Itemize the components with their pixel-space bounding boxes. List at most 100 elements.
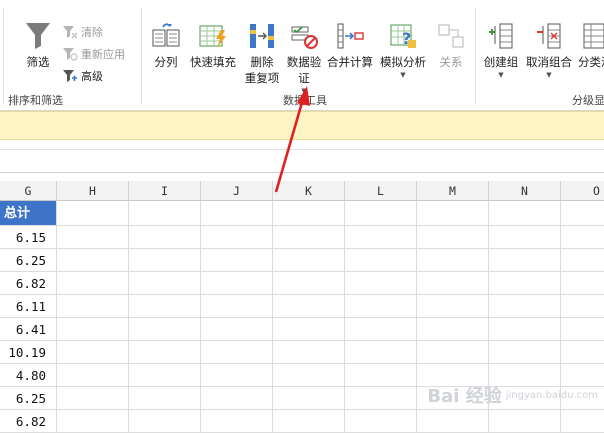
column-header-l[interactable]: L [345,181,417,201]
empty-cell[interactable] [417,272,489,295]
empty-cell[interactable] [201,226,273,249]
total-value-cell[interactable]: 6.15 [0,226,57,249]
empty-cell[interactable] [57,295,129,318]
empty-cell[interactable] [417,410,489,433]
what-if-analysis-button[interactable]: ? 模拟分析 ▼ [377,22,429,80]
consolidate-button[interactable]: 合并计算 [326,22,374,70]
empty-cell[interactable] [57,226,129,249]
empty-cell[interactable] [561,318,604,341]
empty-cell[interactable] [417,318,489,341]
empty-cell[interactable] [345,364,417,387]
empty-cell[interactable] [345,295,417,318]
empty-cell[interactable] [489,201,561,226]
empty-cell[interactable] [489,249,561,272]
empty-cell[interactable] [201,341,273,364]
data-validation-button[interactable]: 数据验 证 ▼ [284,22,324,96]
column-header-g[interactable]: G [0,181,57,201]
total-value-cell[interactable]: 6.82 [0,272,57,295]
empty-cell[interactable] [561,226,604,249]
empty-cell[interactable] [57,410,129,433]
column-header-h[interactable]: H [57,181,129,201]
column-header-k[interactable]: K [273,181,345,201]
empty-cell[interactable] [201,387,273,410]
empty-cell[interactable] [129,341,201,364]
total-value-cell[interactable]: 6.82 [0,410,57,433]
empty-cell[interactable] [129,295,201,318]
column-header-o[interactable]: O [561,181,604,201]
column-header-i[interactable]: I [129,181,201,201]
empty-cell[interactable] [489,226,561,249]
empty-cell[interactable] [201,364,273,387]
total-value-cell[interactable]: 6.25 [0,387,57,410]
empty-cell[interactable] [489,272,561,295]
advanced-button[interactable]: 高级 [62,68,103,84]
empty-cell[interactable] [201,318,273,341]
column-header-n[interactable]: N [489,181,561,201]
empty-cell[interactable] [273,341,345,364]
empty-cell[interactable] [201,295,273,318]
empty-cell[interactable] [561,341,604,364]
empty-cell[interactable] [417,226,489,249]
empty-cell[interactable] [273,249,345,272]
empty-cell[interactable] [57,387,129,410]
empty-cell[interactable] [201,201,273,226]
empty-cell[interactable] [57,201,129,226]
empty-cell[interactable] [345,272,417,295]
subtotal-button[interactable]: 分类汇 [578,22,604,70]
empty-cell[interactable] [273,226,345,249]
filter-button[interactable]: 筛选 [20,20,56,70]
empty-cell[interactable] [417,249,489,272]
empty-cell[interactable] [273,201,345,226]
clear-button[interactable]: 清除 [62,24,103,40]
flash-fill-button[interactable]: 快速填充 [188,22,238,70]
empty-cell[interactable] [129,410,201,433]
ungroup-button[interactable]: 取消组合 ▼ [524,22,574,80]
empty-cell[interactable] [273,387,345,410]
empty-cell[interactable] [489,341,561,364]
empty-cell[interactable] [273,272,345,295]
empty-cell[interactable] [201,410,273,433]
total-value-cell[interactable]: 4.80 [0,364,57,387]
empty-cell[interactable] [57,318,129,341]
total-value-cell[interactable]: 6.41 [0,318,57,341]
empty-cell[interactable] [57,272,129,295]
empty-cell[interactable] [345,226,417,249]
remove-duplicates-button[interactable]: 删除 重复项 [242,22,282,86]
empty-cell[interactable] [129,249,201,272]
empty-cell[interactable] [273,318,345,341]
empty-cell[interactable] [345,201,417,226]
empty-cell[interactable] [201,249,273,272]
empty-cell[interactable] [129,272,201,295]
empty-cell[interactable] [561,272,604,295]
total-header-cell[interactable]: 总计 [0,201,57,226]
empty-cell[interactable] [561,201,604,226]
empty-cell[interactable] [489,318,561,341]
empty-cell[interactable] [345,387,417,410]
relationships-button[interactable]: 关系 [434,22,468,70]
empty-cell[interactable] [129,318,201,341]
empty-cell[interactable] [129,364,201,387]
empty-cell[interactable] [345,410,417,433]
empty-cell[interactable] [57,341,129,364]
empty-cell[interactable] [273,364,345,387]
total-value-cell[interactable]: 10.19 [0,341,57,364]
empty-cell[interactable] [57,249,129,272]
empty-cell[interactable] [345,249,417,272]
empty-cell[interactable] [273,295,345,318]
total-value-cell[interactable]: 6.11 [0,295,57,318]
column-header-j[interactable]: J [201,181,273,201]
empty-cell[interactable] [345,341,417,364]
empty-cell[interactable] [489,410,561,433]
column-header-m[interactable]: M [417,181,489,201]
empty-cell[interactable] [489,295,561,318]
spreadsheet-grid[interactable]: G H I J K L M N O 总计 6.15 6.25 6.82 6.11 6.41… [0,181,604,433]
empty-cell[interactable] [129,226,201,249]
empty-cell[interactable] [201,272,273,295]
empty-cell[interactable] [561,249,604,272]
empty-cell[interactable] [129,387,201,410]
reapply-button[interactable]: 重新应用 [62,46,125,62]
empty-cell[interactable] [561,410,604,433]
group-button[interactable]: 创建组 ▼ [481,22,521,80]
empty-cell[interactable] [129,201,201,226]
empty-cell[interactable] [417,201,489,226]
